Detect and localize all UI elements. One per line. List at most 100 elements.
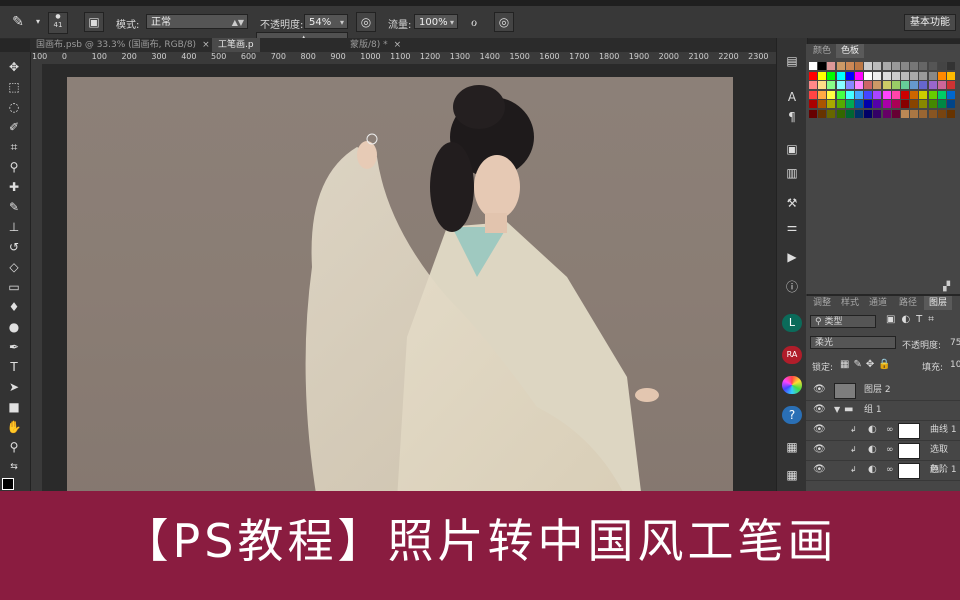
eye-icon[interactable]: 👁 [813, 380, 826, 400]
color-swatch[interactable] [827, 81, 836, 89]
color-swatch[interactable] [910, 81, 919, 89]
plugin-ra-icon[interactable]: RA [782, 346, 802, 364]
tab-layers[interactable]: 图层 [924, 296, 953, 310]
color-swatch[interactable] [873, 62, 882, 70]
color-swatch[interactable] [919, 62, 928, 70]
color-swatch[interactable] [845, 71, 854, 80]
layer-row[interactable]: 👁 ↲ ◐ ∞ 色阶 1 [806, 460, 960, 481]
link-icon[interactable]: ∞ [886, 460, 894, 480]
color-swatch[interactable] [809, 100, 817, 108]
tab-styles[interactable]: 样式 [836, 296, 864, 310]
layer-row[interactable]: 👁 ↲ ◐ ∞ 曲线 1 [806, 420, 960, 441]
color-swatch[interactable] [873, 100, 882, 108]
color-swatch[interactable] [836, 71, 845, 80]
color-swatch[interactable] [919, 100, 928, 108]
color-swatch[interactable] [947, 71, 955, 80]
color-swatch[interactable] [910, 100, 919, 108]
color-wheel-icon[interactable] [782, 376, 802, 394]
color-swatch[interactable] [827, 90, 836, 99]
paragraph-panel-icon[interactable]: ¶ [782, 108, 802, 126]
color-swatch[interactable] [901, 90, 909, 99]
zoom-tool-icon[interactable]: ⚲ [3, 438, 25, 456]
color-swatch[interactable] [928, 71, 937, 80]
link-icon[interactable]: ∞ [886, 420, 894, 440]
color-swatch[interactable] [864, 81, 873, 89]
eraser-tool-icon[interactable]: ◇ [3, 258, 25, 276]
tab-color[interactable]: 颜色 [808, 44, 836, 58]
color-swatch[interactable] [836, 90, 845, 99]
color-swatch[interactable] [845, 90, 854, 99]
plugin-l-icon[interactable]: L [782, 314, 802, 332]
color-swatch[interactable] [937, 100, 946, 108]
color-swatch[interactable] [882, 90, 891, 99]
color-swatch[interactable] [910, 90, 919, 99]
color-swatch[interactable] [947, 81, 955, 89]
color-swatch[interactable] [891, 100, 900, 108]
color-swatch[interactable] [919, 71, 928, 80]
panel-extension-2-icon[interactable]: ▦ [782, 466, 802, 484]
plugin-help-icon[interactable]: ? [782, 406, 802, 424]
color-swatch[interactable] [891, 81, 900, 89]
color-swatch[interactable] [827, 109, 836, 118]
marquee-tool-icon[interactable]: ⬚ [3, 78, 25, 96]
color-swatch[interactable] [818, 90, 827, 99]
color-swatch[interactable] [836, 109, 845, 118]
color-swatch[interactable] [864, 62, 873, 70]
color-swatch[interactable] [891, 71, 900, 80]
notes-panel-icon[interactable]: ▥ [782, 164, 802, 182]
color-swatch[interactable] [827, 100, 836, 108]
brush-size-picker[interactable]: ● 41 [48, 12, 68, 34]
eye-icon[interactable]: 👁 [813, 460, 826, 480]
eye-icon[interactable]: 👁 [813, 420, 826, 440]
opacity-input[interactable]: 54% ▾ [304, 14, 348, 29]
path-select-tool-icon[interactable]: ➤ [3, 378, 25, 396]
pen-tool-icon[interactable]: ✒ [3, 338, 25, 356]
pressure-size-icon[interactable]: ◎ [494, 12, 514, 32]
character-panel-icon[interactable]: A [782, 88, 802, 106]
color-swatch[interactable] [845, 81, 854, 89]
panel-extension-icon[interactable]: ▦ [782, 438, 802, 456]
blur-tool-icon[interactable]: ♦ [3, 298, 25, 316]
color-swatch[interactable] [809, 71, 817, 80]
color-swatch[interactable] [818, 100, 827, 108]
lasso-tool-icon[interactable]: ◌ [3, 98, 25, 116]
color-swatch[interactable] [910, 62, 919, 70]
chevron-down-icon[interactable]: ▼ [834, 400, 840, 420]
color-swatch[interactable] [891, 109, 900, 118]
color-swatch[interactable] [873, 71, 882, 80]
color-swatch[interactable] [901, 62, 909, 70]
close-icon[interactable]: × [394, 40, 402, 50]
color-swatch[interactable] [947, 100, 955, 108]
color-swatch[interactable] [882, 71, 891, 80]
color-swatch[interactable] [891, 90, 900, 99]
color-swatch[interactable] [919, 109, 928, 118]
color-swatch[interactable] [855, 109, 863, 118]
layer-opacity-value[interactable]: 75 [950, 338, 960, 348]
color-swatch[interactable] [864, 100, 873, 108]
color-swatch[interactable] [882, 62, 891, 70]
vertical-ruler[interactable] [30, 64, 42, 500]
foreground-color-swatch[interactable] [2, 478, 14, 490]
color-swatch[interactable] [928, 81, 937, 89]
brush-tool-icon[interactable]: ✎ [8, 12, 28, 32]
color-swatch[interactable] [845, 62, 854, 70]
eye-icon[interactable]: 👁 [813, 400, 826, 420]
color-swatch[interactable] [873, 81, 882, 89]
color-swatch[interactable] [919, 90, 928, 99]
brush-presets-icon[interactable]: ⚌ [782, 218, 802, 236]
link-icon[interactable]: ∞ [886, 440, 894, 460]
blend-mode-select[interactable]: 柔光 [810, 336, 896, 349]
tab-paths[interactable]: 路径 [894, 296, 922, 310]
color-swatch[interactable] [928, 109, 937, 118]
color-swatch[interactable] [836, 62, 845, 70]
color-swatch[interactable] [818, 81, 827, 89]
color-swatch[interactable] [836, 100, 845, 108]
color-swatch[interactable] [882, 81, 891, 89]
color-swatch[interactable] [937, 109, 946, 118]
color-swatch[interactable] [818, 71, 827, 80]
color-swatch[interactable] [937, 71, 946, 80]
color-swatch[interactable] [855, 90, 863, 99]
color-swatch[interactable] [818, 62, 827, 70]
color-swatch[interactable] [873, 109, 882, 118]
color-swatch[interactable] [873, 90, 882, 99]
